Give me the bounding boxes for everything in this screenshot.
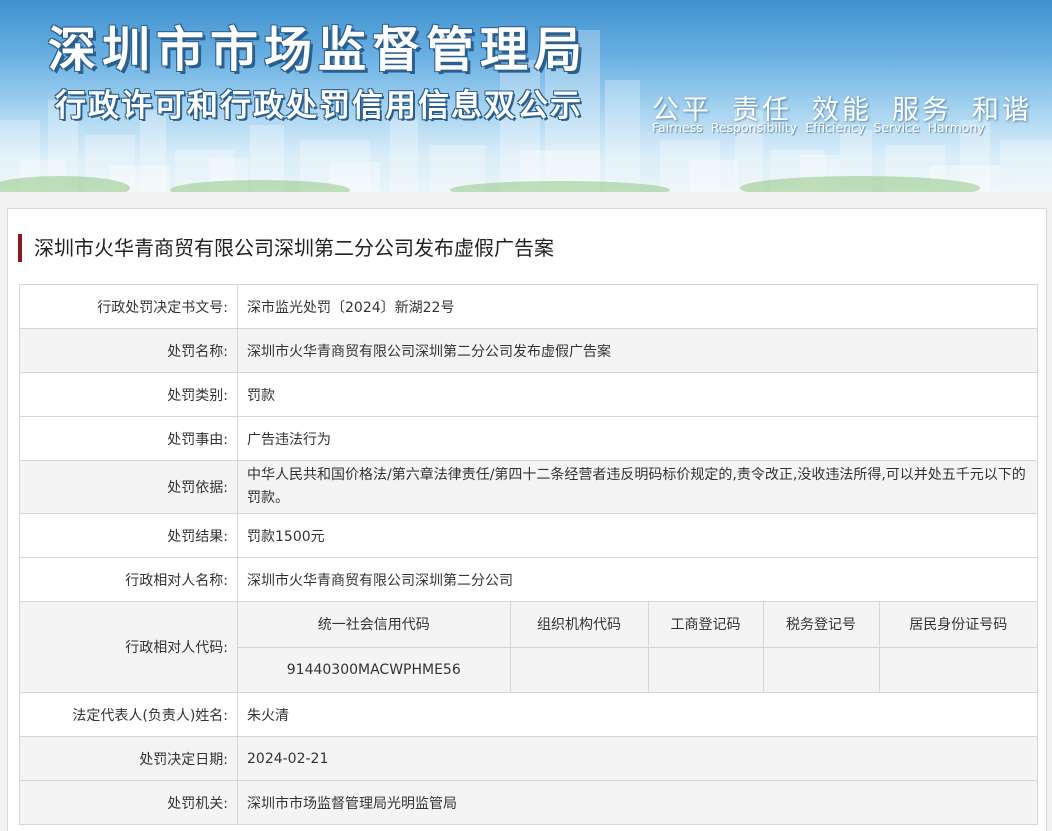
- id-card-value: [879, 647, 1037, 692]
- codes-value-row: 91440300MACWPHME56: [238, 647, 1037, 692]
- table-row: 处罚决定日期: 2024-02-21: [19, 736, 1038, 781]
- codes-header-row: 统一社会信用代码 组织机构代码 工商登记码 税务登记号 居民身份证号码: [238, 602, 1037, 648]
- penalty-reason-value: 广告违法行为: [237, 416, 1038, 461]
- party-name-value: 深圳市火华青商贸有限公司深圳第二分公司: [237, 557, 1038, 602]
- penalty-result-value: 罚款1500元: [237, 513, 1038, 558]
- decision-date-label: 处罚决定日期:: [19, 736, 238, 781]
- table-row: 处罚结果: 罚款1500元: [19, 513, 1038, 558]
- penalty-info-table: 行政处罚决定书文号: 深市监光处罚〔2024〕新湖22号 处罚名称: 深圳市火华…: [19, 284, 1038, 825]
- tax-reg-value: [763, 647, 880, 692]
- authority-label: 处罚机关:: [19, 780, 238, 825]
- party-codes-label: 行政相对人代码:: [19, 601, 238, 693]
- org-code-header: 组织机构代码: [510, 602, 649, 648]
- core-values-english: Fairness Responsibility Efficiency Service H…: [652, 120, 993, 135]
- header-banner: 深圳市市场监督管理局 行政许可和行政处罚信用信息双公示 公平 责任 效能 服务 和谐 F…: [0, 0, 1052, 192]
- table-row: 处罚名称: 深圳市火华青商贸有限公司深圳第二分公司发布虚假广告案: [19, 328, 1038, 373]
- credit-code-header: 统一社会信用代码: [238, 602, 511, 648]
- id-card-header: 居民身份证号码: [879, 602, 1037, 648]
- decision-number-value: 深市监光处罚〔2024〕新湖22号: [237, 284, 1038, 329]
- banner-subtitle: 行政许可和行政处罚信用信息双公示: [55, 88, 583, 124]
- penalty-basis-value: 中华人民共和国价格法/第六章法律责任/第四十二条经营者违反明码标价规定的,责令改…: [237, 460, 1038, 514]
- value-efficiency-en: Efficiency: [805, 120, 866, 135]
- tax-reg-header: 税务登记号: [763, 602, 880, 648]
- party-codes-cell: 统一社会信用代码 组织机构代码 工商登记码 税务登记号 居民身份证号码 9144…: [237, 601, 1038, 693]
- penalty-result-label: 处罚结果:: [19, 513, 238, 558]
- table-row: 法定代表人(负责人)姓名: 朱火清: [19, 692, 1038, 737]
- party-codes-table: 统一社会信用代码 组织机构代码 工商登记码 税务登记号 居民身份证号码 9144…: [238, 602, 1037, 692]
- penalty-category-value: 罚款: [237, 372, 1038, 417]
- value-fairness-en: Fairness: [652, 120, 703, 135]
- case-title: 深圳市火华青商贸有限公司深圳第二分公司发布虚假广告案: [18, 234, 554, 262]
- penalty-category-label: 处罚类别:: [19, 372, 238, 417]
- authority-value: 深圳市市场监督管理局光明监管局: [237, 780, 1038, 825]
- penalty-basis-label: 处罚依据:: [19, 460, 238, 514]
- penalty-name-label: 处罚名称:: [19, 328, 238, 373]
- legal-rep-value: 朱火清: [237, 692, 1038, 737]
- table-row: 处罚依据: 中华人民共和国价格法/第六章法律责任/第四十二条经营者违反明码标价规…: [19, 460, 1038, 514]
- value-harmony-en: Harmony: [927, 120, 985, 135]
- penalty-name-value: 深圳市火华青商贸有限公司深圳第二分公司发布虚假广告案: [237, 328, 1038, 373]
- table-row: 处罚类别: 罚款: [19, 372, 1038, 417]
- credit-code-value: 91440300MACWPHME56: [238, 647, 511, 692]
- agency-title: 深圳市市场监督管理局: [48, 22, 589, 78]
- party-name-label: 行政相对人名称:: [19, 557, 238, 602]
- table-row: 行政相对人名称: 深圳市火华青商贸有限公司深圳第二分公司: [19, 557, 1038, 602]
- business-reg-value: [648, 647, 764, 692]
- business-reg-header: 工商登记码: [648, 602, 764, 648]
- table-row: 行政处罚决定书文号: 深市监光处罚〔2024〕新湖22号: [19, 284, 1038, 329]
- case-detail-panel: 深圳市火华青商贸有限公司深圳第二分公司发布虚假广告案 行政处罚决定书文号: 深市…: [7, 208, 1047, 831]
- value-responsibility-en: Responsibility: [710, 120, 798, 135]
- decision-date-value: 2024-02-21: [237, 736, 1038, 781]
- legal-rep-label: 法定代表人(负责人)姓名:: [19, 692, 238, 737]
- penalty-reason-label: 处罚事由:: [19, 416, 238, 461]
- table-row: 处罚机关: 深圳市市场监督管理局光明监管局: [19, 780, 1038, 825]
- value-service-en: Service: [873, 120, 920, 135]
- org-code-value: [510, 647, 649, 692]
- table-row: 处罚事由: 广告违法行为: [19, 416, 1038, 461]
- decision-number-label: 行政处罚决定书文号:: [19, 284, 238, 329]
- table-row: 行政相对人代码: 统一社会信用代码 组织机构代码 工商登记码 税务登记号 居民身…: [19, 601, 1038, 693]
